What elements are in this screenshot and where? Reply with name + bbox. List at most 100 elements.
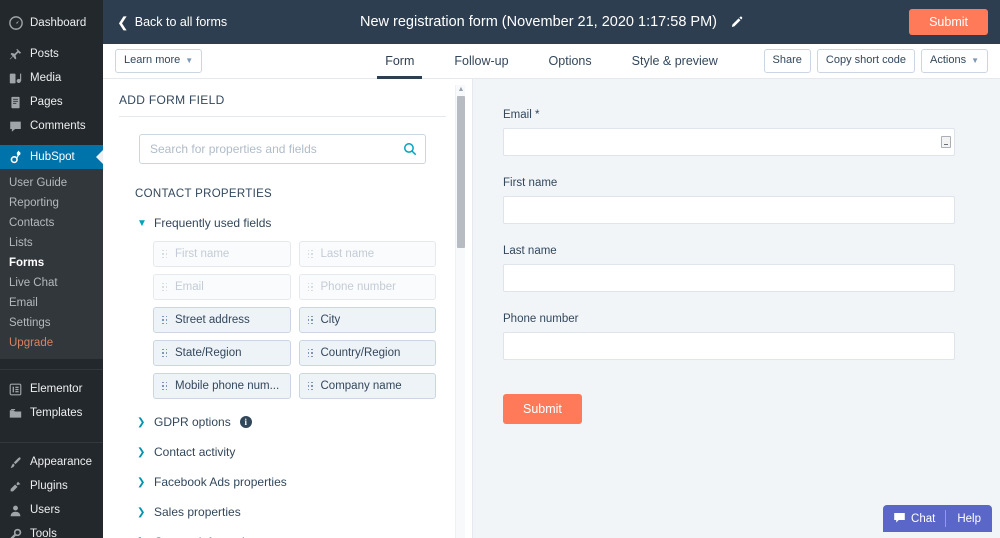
contact-properties-heading: CONTACT PROPERTIES xyxy=(135,188,273,200)
scrollbar-thumb[interactable] xyxy=(457,96,465,248)
accordion-gdpr-options[interactable]: ❯ GDPR options i xyxy=(137,415,446,429)
help-button[interactable]: Help xyxy=(946,505,992,532)
field-chip-mobile-phone-number[interactable]: Mobile phone num... xyxy=(153,373,291,399)
main-content: ❮ Back to all forms New registration for… xyxy=(103,0,1000,538)
form-editor-header: ❮ Back to all forms New registration for… xyxy=(103,0,1000,44)
sidebar-item-appearance[interactable]: Appearance xyxy=(0,450,103,474)
preview-field-label: First name xyxy=(503,177,558,189)
sidebar-item-hubspot[interactable]: HubSpot xyxy=(0,145,103,169)
preview-submit-button[interactable]: Submit xyxy=(503,394,582,424)
field-chip-street-address[interactable]: Street address xyxy=(153,307,291,333)
share-button[interactable]: Share xyxy=(763,49,811,73)
accordion-sales-properties[interactable]: ❯ Sales properties xyxy=(137,505,446,519)
submenu-item-contacts[interactable]: Contacts xyxy=(0,213,103,233)
actions-button[interactable]: Actions ▼ xyxy=(921,49,988,73)
drag-handle-icon[interactable] xyxy=(307,248,313,261)
sidebar-item-label: Posts xyxy=(30,48,59,60)
field-chip-company-name[interactable]: Company name xyxy=(298,373,436,399)
drag-handle-icon[interactable] xyxy=(307,380,313,393)
chevron-down-icon: ▼ xyxy=(971,56,979,66)
drag-handle-icon[interactable] xyxy=(162,248,167,261)
field-chip-last-name[interactable]: Last name xyxy=(298,241,436,267)
sidebar-item-users[interactable]: Users xyxy=(0,498,103,522)
search-icon[interactable] xyxy=(403,142,417,156)
sidebar-divider-1 xyxy=(0,359,103,369)
field-panel-scrollbar[interactable]: ▲ xyxy=(455,85,465,538)
search-input[interactable] xyxy=(139,134,426,164)
tab-form[interactable]: Form xyxy=(377,44,423,79)
field-chip-phone-number[interactable]: Phone number xyxy=(298,274,436,300)
field-chip-city[interactable]: City xyxy=(298,307,436,333)
sidebar-item-dashboard[interactable]: Dashboard xyxy=(0,11,103,35)
pencil-icon[interactable] xyxy=(730,16,743,29)
actions-label: Actions xyxy=(930,54,967,67)
submenu-item-settings[interactable]: Settings xyxy=(0,313,103,333)
drag-handle-icon[interactable] xyxy=(307,347,313,360)
preview-field-phone-number: Phone number xyxy=(503,313,960,360)
tab-options[interactable]: Options xyxy=(547,44,594,79)
sidebar-item-tools[interactable]: Tools xyxy=(0,522,103,538)
submenu-item-user-guide[interactable]: User Guide xyxy=(0,173,103,193)
first-name-input[interactable] xyxy=(503,196,955,224)
field-chip-email[interactable]: Email xyxy=(153,274,291,300)
chevron-right-icon: ❯ xyxy=(137,446,146,458)
sidebar-item-media[interactable]: Media xyxy=(0,66,103,90)
info-icon[interactable]: i xyxy=(239,416,252,428)
submenu-item-forms[interactable]: Forms xyxy=(0,253,103,273)
drag-handle-icon[interactable] xyxy=(307,281,313,294)
media-icon xyxy=(8,71,23,86)
chip-label: Mobile phone num... xyxy=(175,380,280,392)
submenu-item-live-chat[interactable]: Live Chat xyxy=(0,273,103,293)
sidebar-item-posts[interactable]: Posts xyxy=(0,42,103,66)
field-chip-country-region[interactable]: Country/Region xyxy=(298,340,436,366)
elementor-icon xyxy=(8,382,23,397)
wordpress-admin-sidebar: Dashboard Posts Media Pages Comments Hub… xyxy=(0,0,103,538)
accordion-frequently-used-fields[interactable]: ▼ Frequently used fields xyxy=(137,216,446,230)
accordion-facebook-ads-properties[interactable]: ❯ Facebook Ads properties xyxy=(137,475,446,489)
chip-label: Company name xyxy=(320,380,402,392)
phone-number-input[interactable] xyxy=(503,332,955,360)
app-root: Dashboard Posts Media Pages Comments Hub… xyxy=(0,0,1000,538)
sidebar-item-pages[interactable]: Pages xyxy=(0,90,103,114)
chat-button[interactable]: Chat xyxy=(883,505,945,532)
back-to-all-forms-link[interactable]: ❮ Back to all forms xyxy=(117,15,227,29)
preview-field-first-name: First name xyxy=(503,177,960,224)
submenu-item-reporting[interactable]: Reporting xyxy=(0,193,103,213)
submenu-item-email[interactable]: Email xyxy=(0,293,103,313)
scroll-up-arrow-icon[interactable]: ▲ xyxy=(456,85,466,95)
drag-handle-icon[interactable] xyxy=(162,314,167,327)
tab-follow-up[interactable]: Follow-up xyxy=(452,44,510,79)
autofill-badge-icon[interactable] xyxy=(941,136,951,148)
accordion-contact-activity[interactable]: ❯ Contact activity xyxy=(137,445,446,459)
accordion-label: Facebook Ads properties xyxy=(154,475,287,489)
drag-handle-icon[interactable] xyxy=(307,314,313,327)
submit-button-header[interactable]: Submit xyxy=(909,9,988,35)
folder-icon xyxy=(8,406,23,421)
tab-style-and-preview[interactable]: Style & preview xyxy=(630,44,720,79)
sidebar-item-elementor[interactable]: Elementor xyxy=(0,377,103,401)
email-input[interactable] xyxy=(503,128,955,156)
copy-short-code-button[interactable]: Copy short code xyxy=(816,49,915,73)
chat-label: Chat xyxy=(911,512,936,525)
panel-heading: ADD FORM FIELD xyxy=(119,93,446,117)
sidebar-plugin-group: Elementor Templates xyxy=(0,369,103,432)
field-chip-first-name[interactable]: First name xyxy=(153,241,291,267)
drag-handle-icon[interactable] xyxy=(162,347,167,360)
chevron-right-icon: ❯ xyxy=(137,476,146,488)
sidebar-item-templates[interactable]: Templates xyxy=(0,401,103,425)
accordion-label: GDPR options xyxy=(154,415,231,429)
drag-handle-icon[interactable] xyxy=(162,380,167,393)
sidebar-admin-group: Appearance Plugins Users Tools xyxy=(0,442,103,538)
drag-handle-icon[interactable] xyxy=(162,281,167,294)
field-chip-state-region[interactable]: State/Region xyxy=(153,340,291,366)
sidebar-item-comments[interactable]: Comments xyxy=(0,114,103,138)
preview-input-wrapper xyxy=(503,332,960,360)
sidebar-item-label: Tools xyxy=(30,528,57,538)
submenu-item-lists[interactable]: Lists xyxy=(0,233,103,253)
field-chip-grid: First name Last name Email Phone number … xyxy=(153,241,436,399)
last-name-input[interactable] xyxy=(503,264,955,292)
sidebar-item-label: Dashboard xyxy=(30,17,87,29)
submenu-item-upgrade[interactable]: Upgrade xyxy=(0,333,103,353)
sidebar-item-plugins[interactable]: Plugins xyxy=(0,474,103,498)
preview-input-wrapper xyxy=(503,264,960,292)
